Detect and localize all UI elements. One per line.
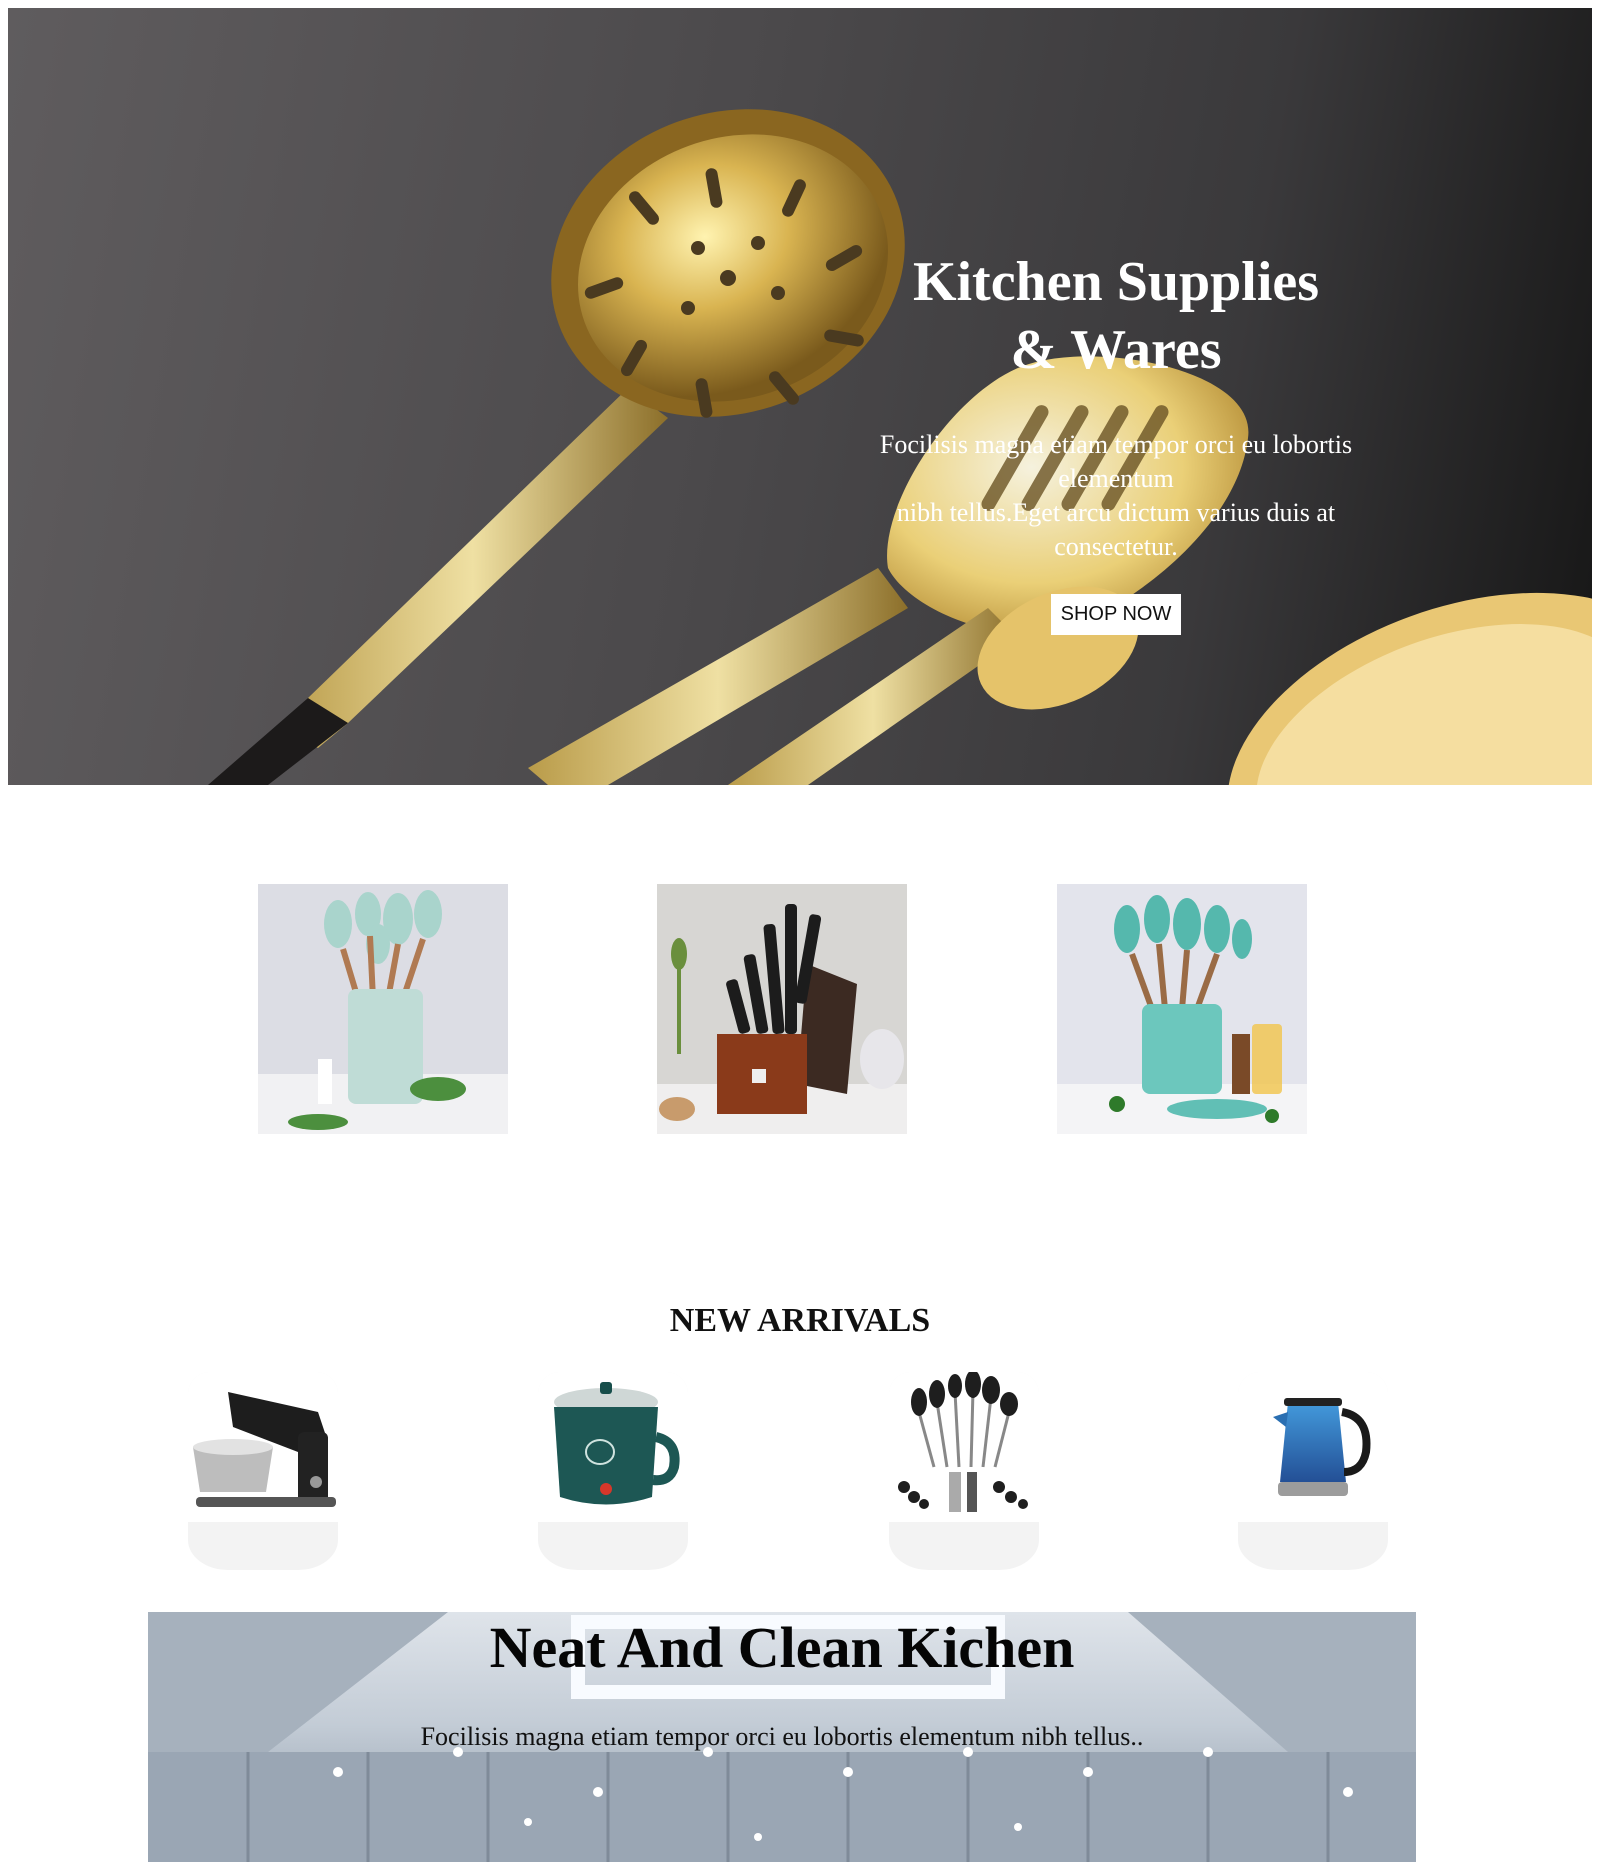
- hero-title: Kitchen Supplies & Wares: [912, 251, 1320, 381]
- hero-section: Kitchen Supplies & Wares Focilisis magna…: [8, 8, 1592, 785]
- new-arrivals-title: NEW ARRIVALS: [669, 1302, 931, 1339]
- electric-cooking-pot-photo: [538, 1372, 688, 1522]
- product-card-utensil-set[interactable]: [889, 1372, 1039, 1570]
- product-card-stand-mixer[interactable]: [188, 1372, 338, 1570]
- utensil-tool-set-photo: [889, 1372, 1039, 1522]
- stand-mixer-photo: [188, 1372, 338, 1522]
- product-card-glass-kettle[interactable]: [1238, 1372, 1388, 1570]
- mint-silicone-utensil-set-photo: [258, 884, 508, 1134]
- banner-description: Focilisis magna etiam tempor orci eu lob…: [420, 1722, 1144, 1751]
- banner-title: Neat And Clean Kichen: [489, 1615, 1075, 1680]
- hero-copy: Kitchen Supplies & Wares Focilisis magna…: [866, 248, 1366, 635]
- kitchen-banner: Neat And Clean Kichen Focilisis magna et…: [148, 1612, 1416, 1862]
- hero-description: Focilisis magna etiam tempor orci eu lob…: [879, 430, 1353, 561]
- glass-electric-kettle-photo: [1238, 1372, 1388, 1522]
- shop-now-button[interactable]: SHOP NOW: [1050, 594, 1182, 635]
- knife-block-set-photo: [657, 884, 907, 1134]
- category-tile-mint-utensils[interactable]: [258, 884, 508, 1134]
- product-card-cooking-pot[interactable]: [538, 1372, 688, 1570]
- category-tiles: [0, 884, 1600, 1134]
- new-arrivals-grid: [0, 1372, 1600, 1570]
- teal-utensil-holder-photo: [1057, 884, 1307, 1134]
- category-tile-knife-block[interactable]: [657, 884, 907, 1134]
- category-tile-teal-utensils[interactable]: [1057, 884, 1307, 1134]
